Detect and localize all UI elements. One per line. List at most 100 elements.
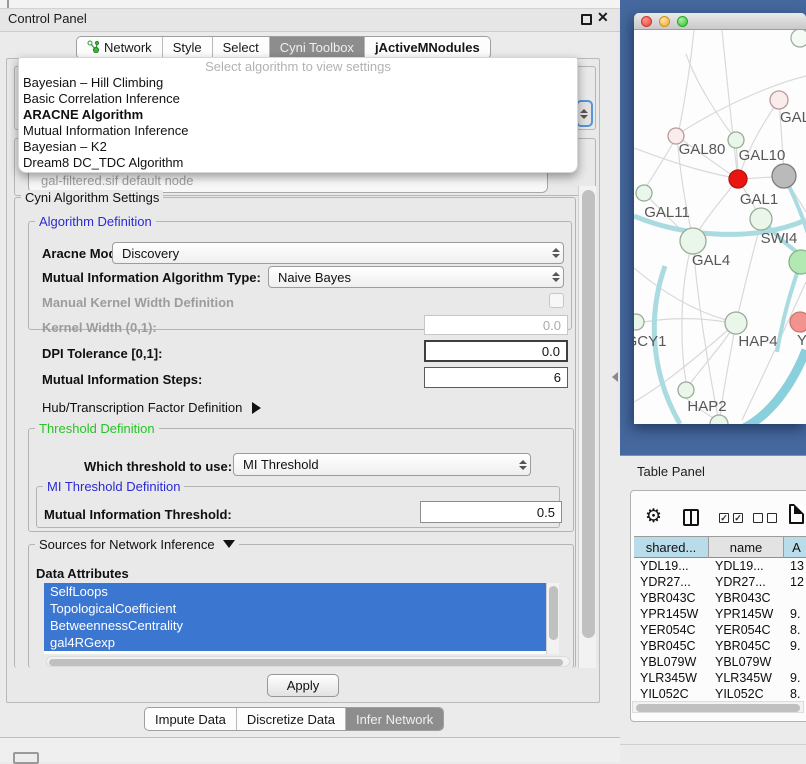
hub-definition-toggle[interactable]: Hub/Transcription Factor Definition — [42, 400, 261, 415]
table-cell[interactable]: YBR045C — [634, 638, 709, 654]
tab-select[interactable]: Select — [213, 37, 270, 58]
attribute-list-item[interactable]: gal4RGexp — [44, 634, 546, 651]
table-cell[interactable]: YDL19... — [709, 558, 784, 574]
table-cell[interactable]: YDR27... — [709, 574, 784, 590]
attribute-list-scrollbar[interactable] — [546, 583, 559, 654]
table-cell[interactable]: YIL052C — [634, 686, 709, 700]
table-row[interactable]: YLR345WYLR345W9. — [634, 670, 806, 686]
network-node[interactable] — [772, 164, 796, 188]
table-row[interactable]: YDR27...YDR27...12 — [634, 574, 806, 590]
table-row[interactable]: YDL19...YDL19...13 — [634, 558, 806, 574]
settings-horizontal-scrollbar-thumb[interactable] — [49, 659, 563, 666]
attribute-list-scrollbar-thumb[interactable] — [549, 586, 558, 640]
partial-button[interactable] — [13, 752, 39, 764]
table-cell[interactable]: 9. — [784, 670, 806, 686]
which-threshold-combo[interactable]: MI Threshold — [233, 453, 531, 476]
network-node[interactable] — [634, 314, 644, 330]
column-header-A[interactable]: A — [784, 536, 806, 558]
table-cell[interactable]: YDL19... — [634, 558, 709, 574]
select-all-checkbox-icon[interactable]: ✓ — [719, 513, 729, 523]
column-layout-icon[interactable] — [683, 509, 699, 526]
zoom-button[interactable] — [677, 16, 688, 27]
table-cell[interactable]: 8. — [784, 622, 806, 638]
select-all-checkbox-icon[interactable]: ✓ — [733, 513, 743, 523]
deselect-all-checkbox-icon[interactable] — [753, 513, 763, 523]
network-node[interactable] — [729, 170, 747, 188]
table-cell[interactable]: 8. — [784, 686, 806, 700]
settings-vertical-scrollbar-thumb[interactable] — [582, 190, 595, 638]
network-node[interactable] — [750, 208, 772, 230]
network-window-titlebar[interactable] — [634, 13, 806, 30]
table-cell[interactable]: 9. — [784, 606, 806, 622]
network-canvas[interactable]: GALGAL80GAL10GAL1GAL11SWI4GAL4GCY1HAP4YH… — [634, 30, 806, 424]
table-row[interactable]: YBR043CYBR043C — [634, 590, 806, 606]
tab-infer-network[interactable]: Infer Network — [346, 708, 443, 730]
table-cell[interactable] — [784, 590, 806, 606]
close-button[interactable] — [641, 16, 652, 27]
panel-collapse-arrow[interactable] — [612, 372, 618, 382]
network-node[interactable] — [725, 312, 747, 334]
manual-kernel-checkbox[interactable] — [549, 293, 564, 308]
attribute-list-item[interactable]: TopologicalCoefficient — [44, 600, 546, 617]
tab-network[interactable]: Network — [77, 37, 163, 58]
table-horizontal-scrollbar[interactable] — [632, 701, 804, 713]
column-header-name[interactable]: name — [709, 536, 784, 558]
table-row[interactable]: YBL079WYBL079W — [634, 654, 806, 670]
network-node[interactable] — [678, 382, 694, 398]
tab-jactivemnodules[interactable]: jActiveMNodules — [365, 37, 490, 58]
mi-threshold-field[interactable]: 0.5 — [420, 501, 562, 523]
algorithm-option[interactable]: Bayesian – K2 — [19, 139, 577, 155]
table-row[interactable]: YIL052CYIL052C8. — [634, 686, 806, 700]
attribute-list-item[interactable]: SelfLoops — [44, 583, 546, 600]
float-icon[interactable] — [581, 14, 592, 25]
combo-stepper-focused[interactable] — [576, 100, 593, 127]
deselect-all-checkbox-icon[interactable] — [767, 513, 777, 523]
aracne-mode-combo[interactable]: Discovery — [112, 242, 564, 264]
minimize-button[interactable] — [659, 16, 670, 27]
network-node[interactable] — [790, 312, 806, 332]
table-cell[interactable]: YLR345W — [634, 670, 709, 686]
network-node[interactable] — [680, 228, 706, 254]
network-node[interactable] — [636, 185, 652, 201]
kernel-width-field[interactable]: 0.0 — [424, 315, 568, 335]
sources-group-title[interactable]: Sources for Network Inference — [35, 537, 239, 552]
table-cell[interactable]: YIL052C — [709, 686, 784, 700]
algorithm-option[interactable]: Basic Correlation Inference — [19, 91, 577, 107]
table-cell[interactable]: YPR145W — [709, 606, 784, 622]
table-cell[interactable]: YER054C — [709, 622, 784, 638]
algorithm-option[interactable]: Bayesian – Hill Climbing — [19, 75, 577, 91]
mi-steps-field[interactable]: 6 — [424, 367, 568, 388]
network-node[interactable] — [770, 91, 788, 109]
column-header-shared[interactable]: shared... — [634, 536, 709, 558]
tab-impute-data[interactable]: Impute Data — [145, 708, 237, 730]
table-cell[interactable]: YBR043C — [709, 590, 784, 606]
network-node[interactable] — [728, 132, 744, 148]
attribute-list-item[interactable]: BetweennessCentrality — [44, 617, 546, 634]
table-cell[interactable]: YDR27... — [634, 574, 709, 590]
algorithm-option[interactable]: ARACNE Algorithm — [19, 107, 577, 123]
table-cell[interactable]: YBR043C — [634, 590, 709, 606]
network-node[interactable] — [710, 415, 728, 424]
apply-button[interactable]: Apply — [267, 674, 339, 697]
settings-horizontal-scrollbar[interactable] — [46, 656, 570, 667]
table-cell[interactable]: 12 — [784, 574, 806, 590]
settings-gear-icon[interactable]: ⚙ — [645, 505, 662, 528]
network-node[interactable] — [791, 30, 806, 47]
new-table-icon[interactable] — [789, 504, 804, 524]
tab-discretize-data[interactable]: Discretize Data — [237, 708, 346, 730]
table-cell[interactable] — [784, 654, 806, 670]
table-cell[interactable]: 9. — [784, 638, 806, 654]
tab-cyni-toolbox[interactable]: Cyni Toolbox — [270, 37, 365, 58]
mi-type-combo[interactable]: Naive Bayes — [268, 266, 564, 288]
algorithm-option[interactable]: Dream8 DC_TDC Algorithm — [19, 155, 577, 171]
table-row[interactable]: YPR145WYPR145W9. — [634, 606, 806, 622]
settings-vertical-scrollbar[interactable] — [578, 186, 596, 668]
dpi-tolerance-field[interactable]: 0.0 — [424, 340, 568, 362]
tab-style[interactable]: Style — [163, 37, 213, 58]
close-icon[interactable]: ✕ — [597, 9, 609, 26]
table-cell[interactable]: YBL079W — [709, 654, 784, 670]
table-row[interactable]: YBR045CYBR045C9. — [634, 638, 806, 654]
table-cell[interactable]: YER054C — [634, 622, 709, 638]
table-cell[interactable]: YBL079W — [634, 654, 709, 670]
table-cell[interactable]: 13 — [784, 558, 806, 574]
